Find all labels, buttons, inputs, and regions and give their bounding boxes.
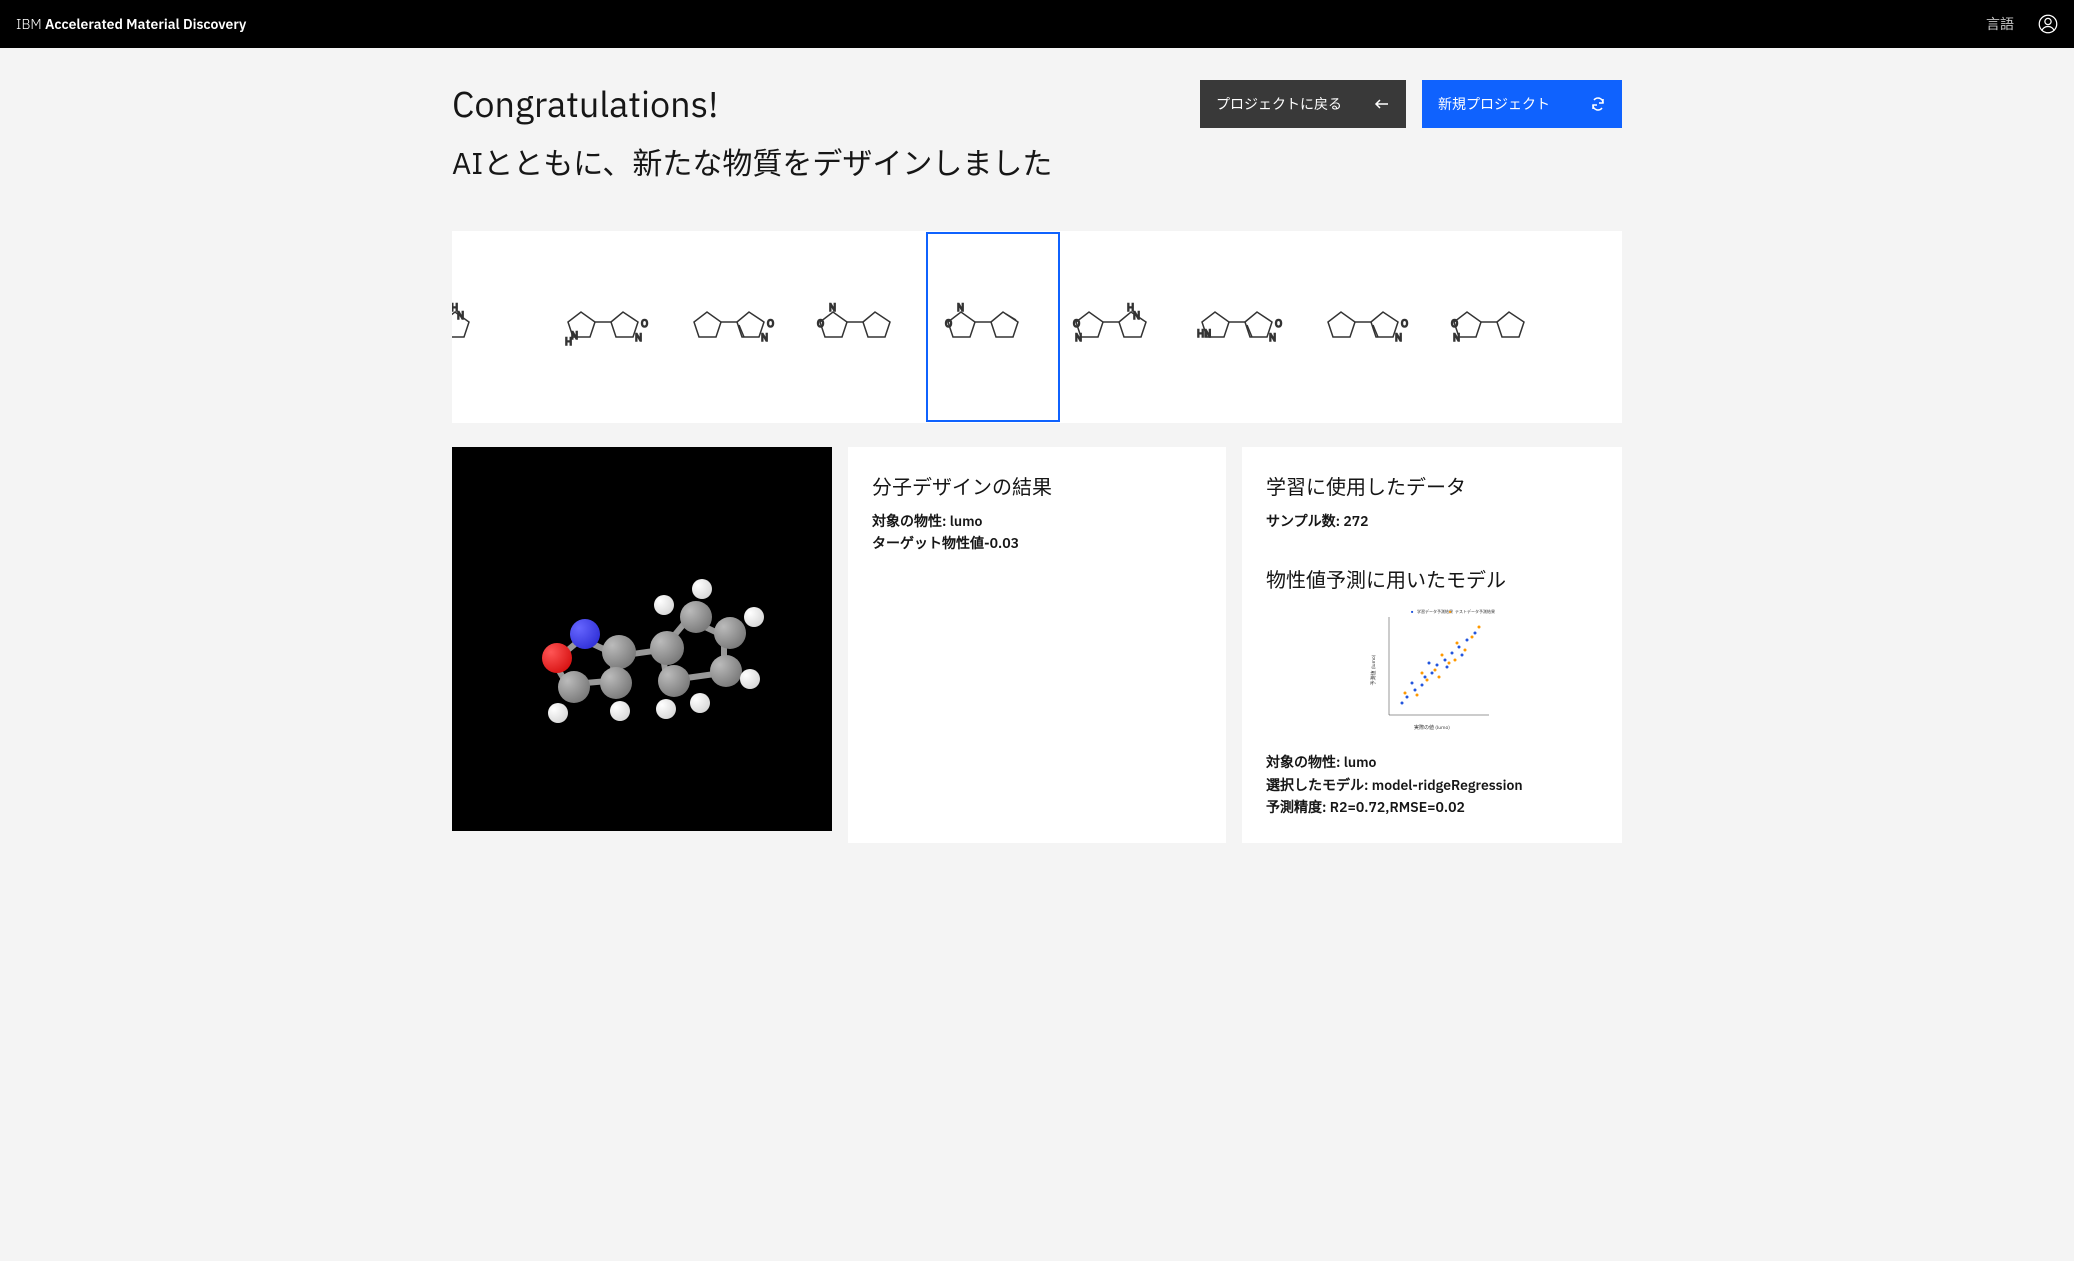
svg-text:N: N [571, 329, 578, 342]
svg-text:N: N [1453, 331, 1460, 344]
svg-text:N: N [457, 309, 464, 322]
molecule-3d-model [492, 509, 792, 769]
svg-text:学習データ予測結果: 学習データ予測結果 [1417, 608, 1453, 615]
svg-text:HN: HN [1197, 327, 1211, 340]
svg-text:O: O [1401, 317, 1408, 330]
molecule-structure-icon: HN [452, 297, 537, 357]
app-header: IBM Accelerated Material Discovery 言語 [0, 0, 2074, 48]
restart-icon [1590, 96, 1606, 112]
molecule-structure-icon: HNNO [563, 297, 663, 357]
svg-text:O: O [767, 317, 774, 330]
molecule-thumb[interactable]: HN [452, 279, 552, 375]
molecule-structure-icon: NO [689, 297, 789, 357]
molecule-structure-icon: ON [815, 297, 915, 357]
svg-text:N: N [1075, 331, 1082, 344]
svg-text:O: O [1073, 317, 1080, 330]
brand-name: Accelerated Material Discovery [45, 15, 246, 33]
molecule-thumb[interactable]: ON [1434, 279, 1564, 375]
svg-text:O: O [945, 317, 952, 330]
action-buttons: プロジェクトに戻る 新規プロジェクト [1200, 80, 1622, 128]
brand-prefix: IBM [16, 15, 42, 33]
new-project-label: 新規プロジェクト [1438, 94, 1550, 114]
molecule-thumb[interactable]: ON [800, 279, 930, 375]
page-subtitle: AIとともに、新たな物質をデザインしました [452, 139, 1052, 183]
molecule-thumb-selected[interactable]: ON [926, 232, 1060, 422]
detail-row: 分子デザインの結果 対象の物性: lumo ターゲット物性値-0.03 学習に使… [452, 447, 1622, 843]
result-target: ターゲット物性値-0.03 [872, 532, 1202, 554]
model-property: 対象の物性: lumo [1266, 751, 1598, 773]
molecule-structure-icon: HN NO [1197, 297, 1297, 357]
molecule-carousel-inner: HN HNNO NO ON ON ONHN HNNO NO [452, 232, 1622, 422]
svg-text:N: N [1269, 331, 1276, 344]
result-heading: 分子デザインの結果 [872, 471, 1202, 500]
model-name: 選択したモデル: model-ridgeRegression [1266, 774, 1598, 796]
sample-count: サンプル数: 272 [1266, 510, 1598, 532]
header-right: 言語 [1986, 14, 2058, 34]
svg-text:O: O [1275, 317, 1282, 330]
svg-text:O: O [817, 317, 824, 330]
prediction-chart: ■学習データ予測結果 ■テストデータ予測結果 実際の値 (lumo) 予測値 (… [1367, 605, 1497, 735]
molecule-structure-icon: NO [1323, 297, 1423, 357]
svg-text:O: O [641, 317, 648, 330]
molecule-thumb[interactable]: ONHN [1056, 279, 1186, 375]
result-panel: 分子デザインの結果 対象の物性: lumo ターゲット物性値-0.03 [848, 447, 1226, 843]
molecule-structure-icon: ONHN [1071, 297, 1171, 357]
model-heading: 物性値予測に用いたモデル [1266, 564, 1598, 593]
svg-text:N: N [1133, 309, 1140, 322]
back-to-project-button[interactable]: プロジェクトに戻る [1200, 80, 1406, 128]
arrow-left-icon [1374, 96, 1390, 112]
svg-text:N: N [829, 301, 836, 314]
main-container: Congratulations! AIとともに、新たな物質をデザインしました プ… [452, 48, 1622, 883]
data-heading: 学習に使用したデータ [1266, 471, 1598, 500]
user-avatar-icon[interactable] [2038, 14, 2058, 34]
molecule-thumb[interactable]: HNNO [548, 279, 678, 375]
page-title: Congratulations! [452, 80, 1052, 127]
molecule-structure-icon: ON [943, 297, 1043, 357]
brand: IBM Accelerated Material Discovery [16, 15, 246, 33]
molecule-thumb[interactable]: NO [1308, 279, 1438, 375]
molecule-structure-icon: ON [1449, 297, 1549, 357]
molecule-3d-viewer[interactable] [452, 447, 832, 831]
title-row: Congratulations! AIとともに、新たな物質をデザインしました プ… [452, 80, 1622, 183]
svg-text:N: N [761, 331, 768, 344]
new-project-button[interactable]: 新規プロジェクト [1422, 80, 1622, 128]
title-block: Congratulations! AIとともに、新たな物質をデザインしました [452, 80, 1052, 183]
language-selector[interactable]: 言語 [1986, 14, 2014, 34]
molecule-thumb[interactable]: HN NO [1182, 279, 1312, 375]
svg-text:実際の値 (lumo): 実際の値 (lumo) [1414, 724, 1450, 731]
svg-text:N: N [635, 331, 642, 344]
svg-text:N: N [1395, 331, 1402, 344]
molecule-carousel[interactable]: HN HNNO NO ON ON ONHN HNNO NO [452, 231, 1622, 423]
svg-text:テストデータ予測結果: テストデータ予測結果 [1455, 608, 1495, 615]
scatter-plot-icon: ■学習データ予測結果 ■テストデータ予測結果 実際の値 (lumo) 予測値 (… [1367, 605, 1497, 735]
svg-text:O: O [1451, 317, 1458, 330]
back-button-label: プロジェクトに戻る [1216, 94, 1342, 114]
svg-text:N: N [957, 301, 964, 314]
molecule-thumb[interactable]: NO [674, 279, 804, 375]
svg-text:予測値 (lumo): 予測値 (lumo) [1370, 655, 1377, 686]
result-property: 対象の物性: lumo [872, 510, 1202, 532]
data-panel: 学習に使用したデータ サンプル数: 272 物性値予測に用いたモデル ■学習デー… [1242, 447, 1622, 843]
model-accuracy: 予測精度: R2=0.72,RMSE=0.02 [1266, 796, 1598, 818]
